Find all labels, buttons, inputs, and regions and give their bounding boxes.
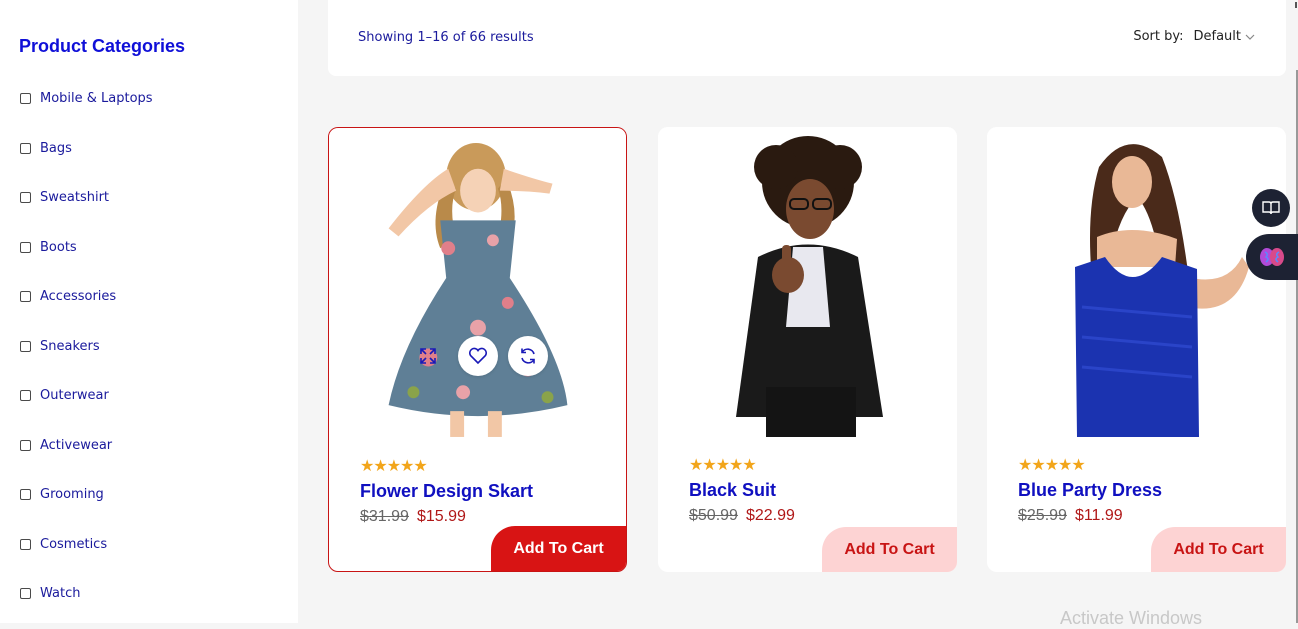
product-price: $31.99 $15.99 [360,508,466,526]
compare-button[interactable] [508,336,548,376]
scrollbar-arrow[interactable] [1295,2,1297,8]
old-price: $31.99 [360,508,409,525]
docs-button[interactable] [1252,189,1290,227]
sale-price: $11.99 [1074,507,1123,524]
add-to-cart-button[interactable]: Add To Cart [491,526,626,571]
category-label: Mobile & Laptops [40,90,153,106]
sort-value[interactable]: Default [1194,29,1242,44]
category-item-accessories[interactable]: Accessories [20,286,116,306]
category-item-outerwear[interactable]: Outerwear [20,385,109,405]
brain-icon [1260,248,1284,266]
category-label: Sneakers [40,338,100,354]
category-checkbox[interactable] [20,92,31,104]
product-card[interactable]: ★★★★★ Blue Party Dress $25.99 $11.99 Add … [987,127,1286,572]
category-checkbox[interactable] [20,587,31,599]
category-item-sweatshirt[interactable]: Sweatshirt [20,187,109,207]
sort-dropdown[interactable]: Sort by: Default [1133,29,1256,44]
category-checkbox[interactable] [20,340,31,352]
category-label: Bags [40,140,72,156]
category-item-grooming[interactable]: Grooming [20,484,104,504]
book-icon [1262,201,1280,215]
product-name[interactable]: Flower Design Skart [360,481,533,502]
category-checkbox[interactable] [20,439,31,451]
product-name[interactable]: Black Suit [689,480,776,501]
category-checkbox[interactable] [20,389,31,401]
refresh-icon [521,348,535,364]
wishlist-button[interactable] [458,336,498,376]
rating-stars: ★★★★★ [360,458,428,475]
category-item-boots[interactable]: Boots [20,237,77,257]
windows-watermark: Activate Windows [1060,608,1203,628]
category-label: Outerwear [40,387,109,403]
product-actions [329,336,626,376]
product-card[interactable]: ★★★★★ Flower Design Skart $31.99 $15.99 A… [328,127,627,572]
sale-price: $22.99 [745,507,795,524]
sidebar-title: Product Categories [19,36,186,56]
category-checkbox[interactable] [20,142,31,154]
heart-icon [468,347,488,365]
product-image[interactable] [658,127,957,437]
category-label: Grooming [40,486,104,502]
category-label: Boots [40,239,77,255]
product-name[interactable]: Blue Party Dress [1018,480,1162,501]
product-image[interactable] [329,128,626,438]
category-sidebar: Product Categories Mobile & Laptops Bags… [0,0,298,623]
old-price: $50.99 [689,507,738,524]
category-item-mobile-laptops[interactable]: Mobile & Laptops [20,88,153,108]
sale-price: $15.99 [416,508,466,525]
old-price: $25.99 [1018,507,1067,524]
sort-label: Sort by: [1133,29,1184,44]
category-checkbox[interactable] [20,191,31,203]
category-checkbox[interactable] [20,290,31,302]
category-checkbox[interactable] [20,241,31,253]
category-label: Watch [40,585,81,601]
rating-stars: ★★★★★ [1018,457,1086,474]
product-card[interactable]: ★★★★★ Black Suit $50.99 $22.99 Add To Car… [658,127,957,572]
expand-icon [420,348,436,364]
category-item-watch[interactable]: Watch [20,583,80,603]
category-item-bags[interactable]: Bags [20,138,72,158]
product-price: $25.99 $11.99 [1018,507,1123,525]
category-label: Sweatshirt [40,189,110,205]
shop-toolbar: Showing 1–16 of 66 results Sort by: Defa… [328,0,1286,76]
category-checkbox[interactable] [20,538,31,550]
category-item-activewear[interactable]: Activewear [20,435,112,455]
category-label: Accessories [40,288,117,304]
category-checkbox[interactable] [20,488,31,500]
category-label: Cosmetics [40,536,108,552]
category-item-sneakers[interactable]: Sneakers [20,336,100,356]
product-image[interactable] [987,127,1286,437]
rating-stars: ★★★★★ [689,457,757,474]
category-label: Activewear [40,437,113,453]
category-item-cosmetics[interactable]: Cosmetics [20,534,107,554]
results-count: Showing 1–16 of 66 results [358,30,534,45]
chevron-down-icon [1245,34,1255,40]
add-to-cart-button[interactable]: Add To Cart [1151,527,1286,572]
product-price: $50.99 $22.99 [689,507,795,525]
ai-assistant-button[interactable] [1246,234,1298,280]
quick-view-button[interactable] [408,336,448,376]
add-to-cart-button[interactable]: Add To Cart [822,527,957,572]
